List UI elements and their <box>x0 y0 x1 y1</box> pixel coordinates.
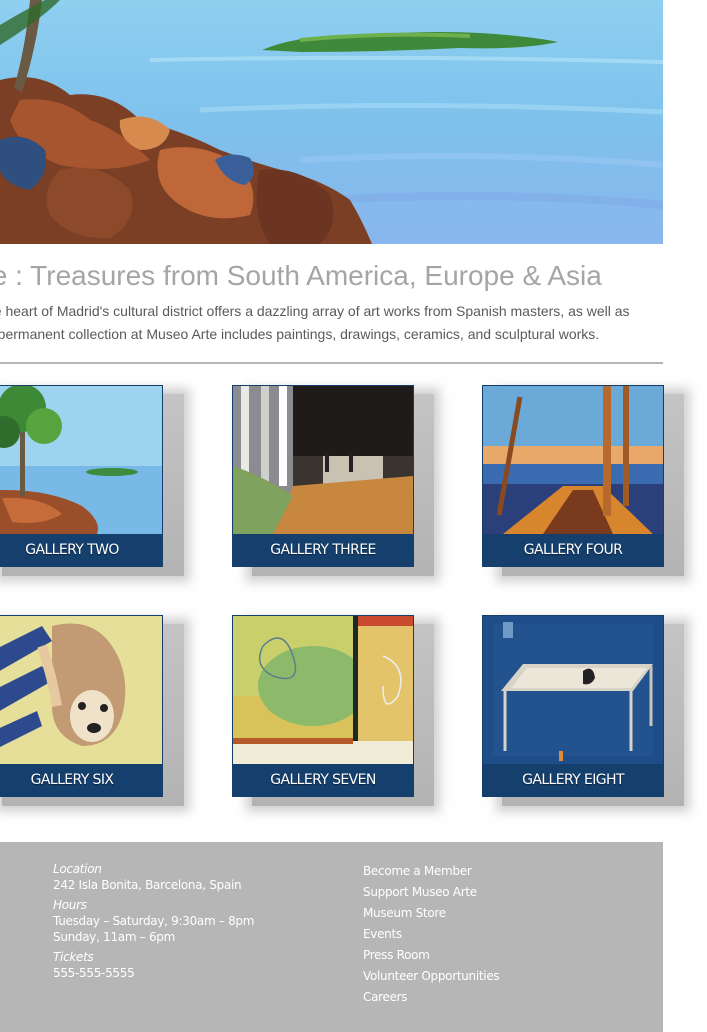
link-careers[interactable]: Careers <box>363 987 499 1008</box>
hours-label: Hours <box>53 898 87 912</box>
gallery-three-tile[interactable]: GALLERY THREE <box>232 385 414 567</box>
intro-line: he heart of Madrid's cultural district o… <box>0 303 630 319</box>
gallery-thumbnail <box>233 616 413 764</box>
gallery-thumbnail <box>0 616 162 764</box>
intro-text: he heart of Madrid's cultural district o… <box>0 300 666 346</box>
gallery-label: GALLERY FOUR <box>483 534 663 566</box>
hero-painting <box>0 0 663 244</box>
footer: Location 242 Isla Bonita, Barcelona, Spa… <box>0 842 663 1032</box>
link-events[interactable]: Events <box>363 924 499 945</box>
tickets-phone[interactable]: 555-555-5555 <box>53 965 303 981</box>
link-become-member[interactable]: Become a Member <box>363 861 499 882</box>
gallery-thumbnail <box>0 386 162 534</box>
gallery-six-tile[interactable]: GALLERY SIX <box>0 615 163 797</box>
link-press-room[interactable]: Press Room <box>363 945 499 966</box>
tickets-label: Tickets <box>53 950 94 964</box>
link-volunteer[interactable]: Volunteer Opportunities <box>363 966 500 987</box>
gallery-thumbnail <box>233 386 413 534</box>
gallery-eight-tile[interactable]: GALLERY EIGHT <box>482 615 664 797</box>
gallery-label: GALLERY SIX <box>0 764 162 796</box>
gallery-label: GALLERY THREE <box>233 534 413 566</box>
gallery-seven-tile[interactable]: GALLERY SEVEN <box>232 615 414 797</box>
link-support[interactable]: Support Museo Arte <box>363 882 499 903</box>
footer-links: Become a Member Support Museo Arte Museu… <box>363 861 500 1008</box>
intro-line: e permanent collection at Museo Arte inc… <box>0 326 600 342</box>
hours-line: Tuesday – Saturday, 9:30am – 8pm <box>53 914 255 928</box>
gallery-four-tile[interactable]: GALLERY FOUR <box>482 385 664 567</box>
gallery-thumbnail <box>483 616 663 764</box>
link-museum-store[interactable]: Museum Store <box>363 903 499 924</box>
gallery-thumbnail <box>483 386 663 534</box>
gallery-label: GALLERY SEVEN <box>233 764 413 796</box>
divider <box>0 362 663 364</box>
gallery-label: GALLERY EIGHT <box>483 764 663 796</box>
page-headline: te : Treasures from South America, Europ… <box>0 260 602 291</box>
hours-line: Sunday, 11am – 6pm <box>53 930 176 944</box>
gallery-two-tile[interactable]: GALLERY TWO <box>0 385 163 567</box>
location-value: 242 Isla Bonita, Barcelona, Spain <box>53 878 242 892</box>
visitor-info: Location 242 Isla Bonita, Barcelona, Spa… <box>53 861 303 985</box>
location-label: Location <box>53 862 102 876</box>
gallery-label: GALLERY TWO <box>0 534 162 566</box>
